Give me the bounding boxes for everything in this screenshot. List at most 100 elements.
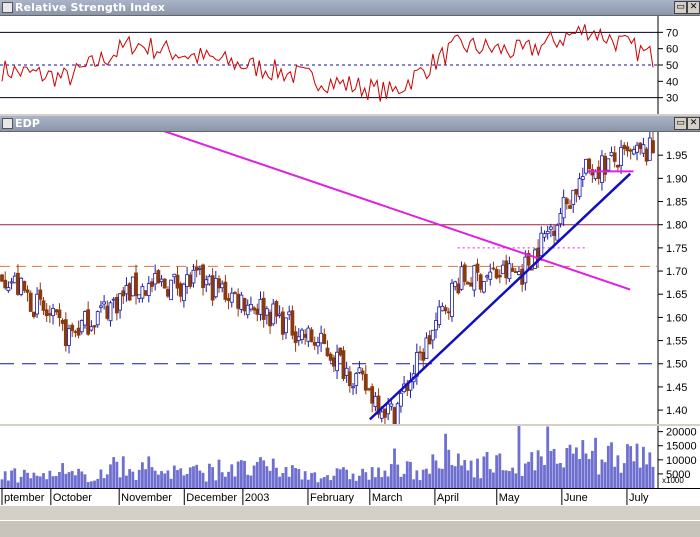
x-axis-month-label: December	[186, 492, 237, 504]
volume-bar	[456, 453, 460, 488]
candle-body	[485, 275, 489, 278]
volume-bar	[348, 479, 352, 488]
candle-body	[370, 386, 375, 404]
volume-bar	[259, 457, 262, 488]
volume-bar	[492, 472, 495, 488]
x-axis: ptember October November December 2003 Februa…	[0, 488, 700, 506]
volume-bar	[329, 480, 333, 488]
volume-bar	[105, 474, 109, 488]
volume-bar	[520, 475, 524, 488]
candle-body	[434, 320, 438, 331]
candle-body	[564, 198, 569, 205]
candle-body	[478, 274, 483, 290]
volume-bar	[498, 453, 502, 488]
price-title-bar[interactable]: EDP ▭ ✕	[0, 116, 700, 132]
candle-body	[373, 396, 378, 407]
candle-body	[229, 292, 234, 303]
candle-body	[9, 281, 14, 284]
volume-bar	[603, 462, 607, 488]
volume-bar	[239, 460, 243, 488]
volume-bar	[517, 426, 521, 488]
volume-bar	[345, 469, 349, 488]
candle-body	[137, 294, 142, 299]
candle-body	[360, 370, 365, 375]
candle-body	[587, 158, 592, 170]
volume-bar	[29, 478, 33, 488]
volume-bar	[351, 473, 355, 488]
candle-body	[561, 196, 566, 219]
minimize-button[interactable]: ▭	[674, 117, 687, 130]
candle-body	[450, 282, 454, 317]
candle-body	[427, 335, 432, 345]
candle-body	[271, 303, 276, 325]
volume-bar	[166, 470, 170, 488]
candle-body	[612, 152, 617, 162]
volume-bar	[322, 477, 326, 488]
volume-bar	[527, 461, 530, 488]
volume-bar	[89, 481, 93, 488]
volume-bar	[169, 478, 173, 488]
rsi-title-bar[interactable]: Relative Strength Index ▭ ✕	[0, 0, 700, 16]
volume-bar	[626, 444, 629, 488]
candle-body	[121, 290, 126, 297]
candle-body	[437, 306, 442, 325]
candle-body	[430, 329, 435, 341]
candle-body	[70, 324, 75, 331]
price-tick-label: 1.55	[666, 336, 687, 348]
close-button[interactable]: ✕	[687, 117, 700, 130]
candle-body	[641, 144, 646, 154]
volume-bar	[361, 468, 365, 488]
volume-bar	[275, 467, 278, 488]
candle-body	[622, 144, 627, 150]
candle-body	[213, 277, 218, 298]
volume-bar	[437, 468, 441, 488]
volume-bar	[121, 456, 125, 488]
volume-tick-label: 15000	[666, 441, 697, 453]
candle-body	[555, 224, 560, 241]
volume-bar	[211, 467, 215, 488]
candle-body	[596, 166, 601, 179]
volume-bar	[431, 454, 435, 488]
candle-body	[67, 328, 71, 346]
volume-bar	[0, 479, 4, 488]
candle-body	[491, 267, 496, 270]
candle-body	[609, 151, 614, 156]
volume-bar	[6, 480, 10, 488]
volume-bar	[99, 469, 103, 488]
volume-chart: 2000015000100005000 x1000	[0, 426, 697, 488]
volume-bar	[128, 469, 132, 488]
volume-bar	[594, 437, 597, 488]
volume-bar	[201, 472, 205, 488]
volume-bar	[208, 463, 211, 488]
candle-body	[159, 278, 164, 283]
candle-body	[300, 329, 304, 340]
volume-bar	[137, 469, 141, 488]
volume-bar	[83, 474, 87, 488]
candle-body	[210, 275, 215, 301]
volume-bar	[61, 463, 65, 488]
volume-bar	[73, 475, 77, 488]
candle-body	[638, 142, 643, 149]
x-axis-month-label: February	[310, 492, 355, 504]
close-button[interactable]: ✕	[687, 1, 700, 14]
candle-body	[76, 327, 81, 336]
rsi-chart: 70 60 50 40 30	[0, 16, 678, 114]
candle-body	[341, 350, 346, 379]
candle-body	[99, 305, 103, 308]
volume-bar	[77, 468, 80, 488]
horizontal-scrollbar[interactable]	[0, 520, 700, 537]
volume-bar	[358, 475, 361, 488]
minimize-button[interactable]: ▭	[674, 1, 687, 14]
candle-body	[258, 298, 263, 315]
volume-bar	[19, 476, 23, 488]
x-axis-month-label: October	[53, 492, 92, 504]
volume-bar	[482, 456, 486, 488]
candle-body	[207, 275, 212, 285]
candle-body	[542, 233, 547, 238]
volume-bar	[606, 445, 610, 488]
volume-bar	[243, 460, 246, 488]
candle-body	[127, 283, 132, 301]
price-panel-title: EDP	[15, 117, 41, 130]
volume-bar	[616, 455, 620, 488]
candle-body	[628, 149, 633, 152]
